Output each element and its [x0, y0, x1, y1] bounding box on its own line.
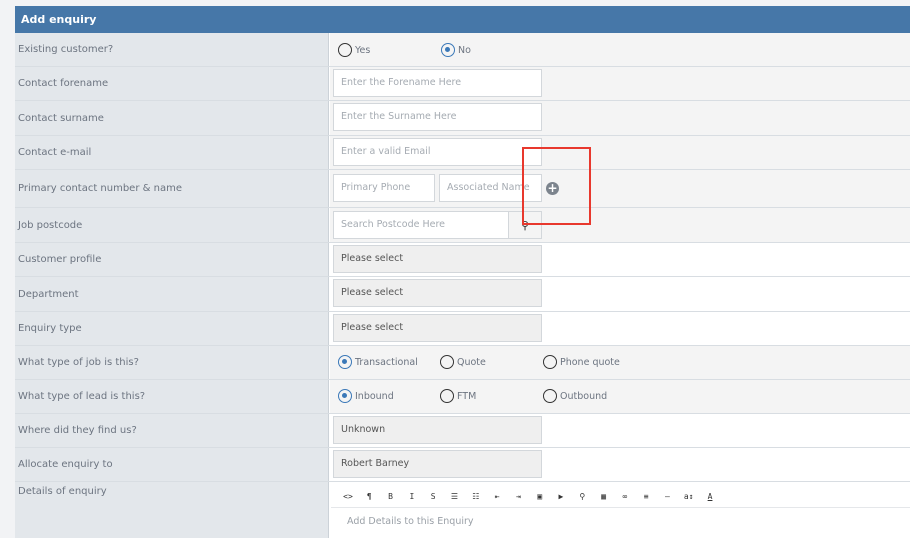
existing-customer-value: Yes No [330, 33, 910, 66]
font-color-icon[interactable]: A [700, 487, 720, 505]
row-allocate: Allocate enquiry to Robert Barney [15, 448, 910, 482]
row-customer-profile: Customer profile Please select [15, 243, 910, 277]
job-type-quote-radio[interactable]: Quote [440, 355, 486, 369]
video-icon[interactable]: ▶ [551, 487, 571, 505]
radio-label: Quote [457, 356, 486, 368]
row-details: Details of enquiry <> ¶ B I S ☰ ☷ ⇤ ⇥ ▣ … [15, 482, 910, 538]
details-editor[interactable]: Add Details to this Enquiry [331, 507, 910, 538]
row-lead-type: What type of lead is this? Inbound FTM O… [15, 380, 910, 414]
found-us-value: Unknown [330, 414, 910, 447]
lead-type-inbound-radio[interactable]: Inbound [338, 389, 394, 403]
image-icon[interactable]: ▣ [530, 487, 550, 505]
department-label: Department [15, 277, 329, 311]
existing-customer-no-radio[interactable]: No [441, 43, 471, 57]
radio-label: FTM [457, 390, 477, 402]
found-us-label: Where did they find us? [15, 414, 329, 447]
radio-label: Phone quote [560, 356, 620, 368]
allocate-value: Robert Barney [330, 448, 910, 481]
primary-phone-input[interactable]: Primary Phone [333, 174, 435, 202]
table-icon[interactable]: ▦ [594, 487, 614, 505]
job-type-label: What type of job is this? [15, 346, 329, 379]
row-primary-contact: Primary contact number & name Primary Ph… [15, 170, 910, 208]
row-forename: Contact forename Enter the Forename Here [15, 67, 910, 101]
paragraph-icon[interactable]: ¶ [359, 487, 379, 505]
forename-input[interactable]: Enter the Forename Here [333, 69, 542, 97]
row-job-type: What type of job is this? Transactional … [15, 346, 910, 380]
associated-name-input[interactable]: Associated Name [439, 174, 542, 202]
existing-customer-yes-radio[interactable]: Yes [338, 43, 370, 57]
row-surname: Contact surname Enter the Surname Here [15, 101, 910, 136]
allocate-label: Allocate enquiry to [15, 448, 329, 481]
customer-profile-value: Please select [330, 243, 910, 276]
found-us-select[interactable]: Unknown [333, 416, 542, 444]
radio-label: Transactional [355, 356, 418, 368]
align-icon[interactable]: ≡ [636, 487, 656, 505]
add-contact-plus-icon[interactable]: + [546, 182, 559, 195]
search-icon: ⚲ [520, 218, 530, 232]
panel-title: Add enquiry [15, 6, 910, 33]
radio-label: Yes [355, 44, 371, 56]
postcode-value: Search Postcode Here ⚲ [330, 208, 910, 242]
surname-value: Enter the Surname Here [330, 101, 910, 135]
details-value: <> ¶ B I S ☰ ☷ ⇤ ⇥ ▣ ▶ ⚲ ▦ ∞ ≡ — a↕ A Ad… [330, 482, 910, 538]
editor-toolbar: <> ¶ B I S ☰ ☷ ⇤ ⇥ ▣ ▶ ⚲ ▦ ∞ ≡ — a↕ A [330, 486, 910, 506]
font-size-icon[interactable]: a↕ [679, 487, 699, 505]
row-postcode: Job postcode Search Postcode Here ⚲ [15, 208, 910, 243]
surname-label: Contact surname [15, 101, 329, 135]
indent-icon[interactable]: ⇥ [508, 487, 528, 505]
job-type-transactional-radio[interactable]: Transactional [338, 355, 418, 369]
row-email: Contact e-mail Enter a valid Email [15, 136, 910, 170]
enquiry-type-label: Enquiry type [15, 312, 329, 345]
details-label: Details of enquiry [15, 482, 329, 538]
allocate-select[interactable]: Robert Barney [333, 450, 542, 478]
row-found-us: Where did they find us? Unknown [15, 414, 910, 448]
strikethrough-icon[interactable]: S [423, 487, 443, 505]
italic-icon[interactable]: I [402, 487, 422, 505]
outdent-icon[interactable]: ⇤ [487, 487, 507, 505]
job-type-phone-quote-radio[interactable]: Phone quote [543, 355, 620, 369]
row-existing-customer: Existing customer? Yes No [15, 33, 910, 67]
customer-profile-select[interactable]: Please select [333, 245, 542, 273]
row-enquiry-type: Enquiry type Please select [15, 312, 910, 346]
lead-type-label: What type of lead is this? [15, 380, 329, 413]
email-value: Enter a valid Email [330, 136, 910, 169]
code-view-icon[interactable]: <> [338, 487, 358, 505]
forename-label: Contact forename [15, 67, 329, 100]
bold-icon[interactable]: B [381, 487, 401, 505]
lead-type-outbound-radio[interactable]: Outbound [543, 389, 607, 403]
lead-type-value: Inbound FTM Outbound [330, 380, 910, 413]
enquiry-type-select[interactable]: Please select [333, 314, 542, 342]
department-select[interactable]: Please select [333, 279, 542, 307]
file-icon[interactable]: ⚲ [572, 487, 592, 505]
row-department: Department Please select [15, 277, 910, 312]
enquiry-type-value: Please select [330, 312, 910, 345]
customer-profile-label: Customer profile [15, 243, 329, 276]
radio-label: Outbound [560, 390, 608, 402]
postcode-label: Job postcode [15, 208, 329, 242]
link-icon[interactable]: ∞ [615, 487, 635, 505]
horizontal-rule-icon[interactable]: — [657, 487, 677, 505]
surname-input[interactable]: Enter the Surname Here [333, 103, 542, 131]
radio-label: No [458, 44, 471, 56]
postcode-search-input[interactable]: Search Postcode Here [333, 211, 509, 239]
postcode-search-button[interactable]: ⚲ [508, 211, 542, 239]
add-enquiry-panel: Add enquiry Existing customer? Yes No Co… [15, 6, 910, 538]
unordered-list-icon[interactable]: ☰ [444, 487, 464, 505]
department-value: Please select [330, 277, 910, 311]
primary-contact-value: Primary Phone Associated Name + [330, 170, 910, 207]
job-type-value: Transactional Quote Phone quote [330, 346, 910, 379]
forename-value: Enter the Forename Here [330, 67, 910, 100]
ordered-list-icon[interactable]: ☷ [466, 487, 486, 505]
primary-contact-label: Primary contact number & name [15, 170, 329, 207]
email-label: Contact e-mail [15, 136, 329, 169]
email-input[interactable]: Enter a valid Email [333, 138, 542, 166]
existing-customer-label: Existing customer? [15, 33, 329, 66]
radio-label: Inbound [355, 390, 394, 402]
lead-type-ftm-radio[interactable]: FTM [440, 389, 476, 403]
